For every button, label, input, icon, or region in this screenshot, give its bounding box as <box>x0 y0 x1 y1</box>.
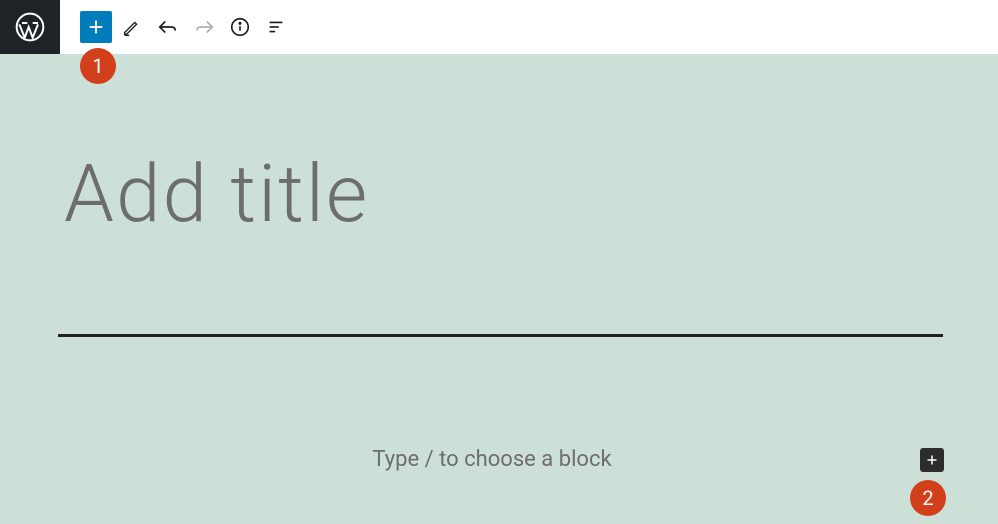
outline-icon <box>265 16 287 38</box>
annotation-badge-1: 1 <box>80 48 116 84</box>
tools-button[interactable] <box>116 11 148 43</box>
editor-toolbar <box>0 0 998 54</box>
add-block-button[interactable] <box>80 11 112 43</box>
editor-canvas: Add title Type / to choose a block <box>0 54 998 524</box>
edit-icon <box>121 16 143 38</box>
undo-button[interactable] <box>152 11 184 43</box>
separator <box>58 334 943 337</box>
redo-button[interactable] <box>188 11 220 43</box>
default-block-appender[interactable]: Type / to choose a block <box>64 447 920 472</box>
info-icon <box>229 16 251 38</box>
inline-inserter-button[interactable] <box>920 448 944 472</box>
post-title-input[interactable]: Add title <box>64 154 934 234</box>
outline-button[interactable] <box>260 11 292 43</box>
undo-icon <box>157 16 179 38</box>
wordpress-logo[interactable] <box>0 0 60 54</box>
toolbar-button-group <box>60 11 292 43</box>
details-button[interactable] <box>224 11 256 43</box>
plus-icon <box>923 451 941 469</box>
wordpress-icon <box>14 11 46 43</box>
content-wrapper: Add title Type / to choose a block <box>64 54 934 472</box>
annotation-badge-2: 2 <box>910 480 946 516</box>
block-appender-row: Type / to choose a block <box>64 447 944 472</box>
redo-icon <box>193 16 215 38</box>
plus-icon <box>85 16 107 38</box>
